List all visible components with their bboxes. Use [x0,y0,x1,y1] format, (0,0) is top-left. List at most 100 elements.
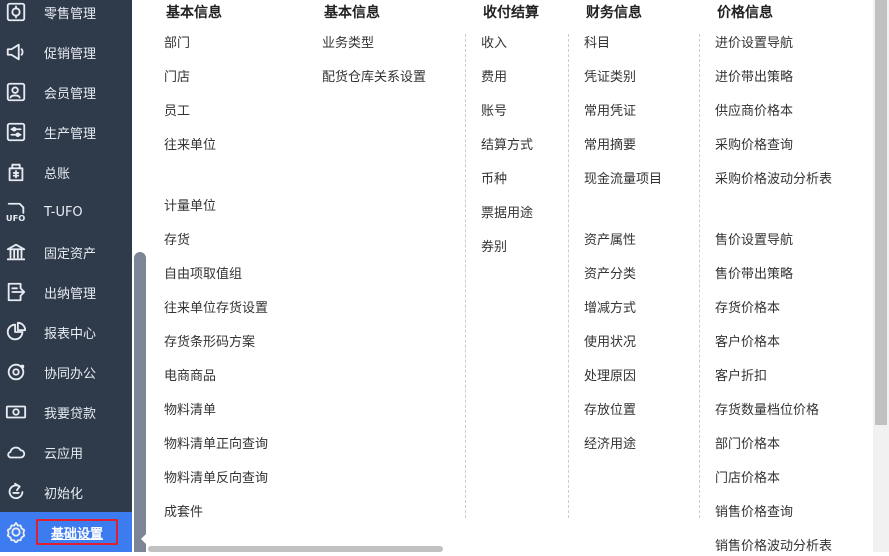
menu-link[interactable]: 销售价格波动分析表 [715,538,832,556]
menu-link[interactable]: 存货 [164,232,190,250]
menu-link[interactable]: 常用摘要 [584,137,636,155]
menu-link[interactable]: 收入 [481,35,507,53]
menu-link[interactable]: 配货仓库关系设置 [322,69,426,87]
horizontal-scrollbar-thumb[interactable] [148,546,443,552]
sidebar-item-refresh[interactable]: 初始化 [0,472,132,512]
menu-link[interactable]: 进价带出策略 [715,69,793,87]
menu-link[interactable]: 常用凭证 [584,103,636,121]
sidebar-nav: 零售管理促销管理会员管理生产管理 总账 UFO T-UFO 固定资产出纳管理报表中心协同… [0,0,132,552]
sidebar-item-settings-gear[interactable]: 基础设置 [0,512,132,552]
sidebar-item-label: 初始化 [44,486,84,502]
menu-link[interactable]: 凭证类别 [584,69,636,87]
sidebar-item-cloud[interactable]: 云应用 [0,432,132,472]
menu-link[interactable]: 使用状况 [584,334,636,352]
cashier-icon [4,281,28,303]
column-divider [465,34,466,518]
menu-link[interactable]: 账号 [481,103,507,121]
sidebar-item-label: 出纳管理 [44,286,97,302]
menu-link[interactable]: 存货条形码方案 [164,334,255,352]
sidebar-item-cashier[interactable]: 出纳管理 [0,272,132,312]
member-card-icon [4,81,28,103]
ufo-report-icon: UFO [4,201,28,223]
sidebar-item-megaphone[interactable]: 促销管理 [0,32,132,72]
menu-link[interactable]: 存放位置 [584,402,636,420]
menu-link[interactable]: 计量单位 [164,198,216,216]
menu-link[interactable]: 售价带出策略 [715,266,793,284]
menu-link[interactable]: 存货数量档位价格 [715,402,819,420]
menu-link[interactable]: 币种 [481,171,507,189]
sidebar-item-label: 会员管理 [44,86,97,102]
sidebar-item-label: 固定资产 [44,246,97,262]
menu-link[interactable]: 结算方式 [481,137,533,155]
basic-settings-menu-panel: 基本信息部门门店员工往来单位计量单位存货自由项取值组往来单位存货设置 存货条形码方… [148,0,873,554]
sidebar-item-label: 我要贷款 [44,406,97,422]
menu-link[interactable]: 销售价格查询 [715,504,793,522]
sidebar-item-retail[interactable]: 零售管理 [0,0,132,32]
menu-link[interactable]: 采购价格查询 [715,137,793,155]
menu-link[interactable]: 客户价格本 [715,334,780,352]
menu-link[interactable]: 物料清单反向查询 [164,470,268,488]
refresh-icon [4,481,28,503]
svg-text:UFO: UFO [6,213,25,223]
sidebar-item-label: T-UFO [44,204,83,220]
sidebar-item-ufo-report[interactable]: UFO T-UFO [0,192,132,232]
menu-link[interactable]: 往来单位 [164,137,216,155]
sidebar-item-production[interactable]: 生产管理 [0,112,132,152]
menu-link[interactable]: 现金流量项目 [584,171,662,189]
menu-link[interactable]: 科目 [584,35,610,53]
menu-link[interactable]: 部门价格本 [715,436,780,454]
menu-link[interactable]: 门店价格本 [715,470,780,488]
column-divider [699,34,700,518]
sidebar-item-label: 基础设置 [36,519,118,545]
menu-link[interactable]: 采购价格波动分析表 [715,171,832,189]
sidebar-item-collaboration[interactable]: 协同办公 [0,352,132,392]
sidebar-scrollbar[interactable] [134,252,146,552]
menu-link[interactable]: 物料清单 [164,402,216,420]
menu-link[interactable]: 部门 [164,35,190,53]
menu-link[interactable]: 电商商品 [164,368,216,386]
menu-column-header: 财务信息 [586,5,642,21]
menu-link[interactable]: 券别 [481,239,507,257]
sidebar-item-label: 零售管理 [44,6,97,22]
production-icon [4,121,28,143]
menu-link[interactable]: 存货价格本 [715,300,780,318]
menu-link[interactable]: 售价设置导航 [715,232,793,250]
column-divider [568,34,569,518]
menu-link[interactable]: 客户折扣 [715,368,767,386]
menu-link[interactable]: 门店 [164,69,190,87]
collaboration-icon [4,361,28,383]
sidebar-item-label: 促销管理 [44,46,97,62]
sidebar-item-label: 协同办公 [44,366,97,382]
vertical-scrollbar-thumb[interactable] [875,0,887,425]
menu-link[interactable]: 业务类型 [322,35,374,53]
menu-link[interactable]: 成套件 [164,504,203,522]
menu-link[interactable]: 员工 [164,103,190,121]
cloud-icon [4,441,28,463]
sidebar-item-bank[interactable]: 固定资产 [0,232,132,272]
sidebar-item-ledger[interactable]: 总账 [0,152,132,192]
menu-link[interactable]: 经济用途 [584,436,636,454]
megaphone-icon [4,41,28,63]
menu-link[interactable]: 资产属性 [584,232,636,250]
sidebar-item-pie-chart[interactable]: 报表中心 [0,312,132,352]
menu-link[interactable]: 票据用途 [481,205,533,223]
menu-link[interactable]: 供应商价格本 [715,103,793,121]
menu-link[interactable]: 自由项取值组 [164,266,242,284]
sidebar-item-label: 报表中心 [44,326,97,342]
menu-link[interactable]: 费用 [481,69,507,87]
menu-link[interactable]: 处理原因 [584,368,636,386]
menu-link[interactable]: 进价设置导航 [715,35,793,53]
collapse-arrow-icon[interactable]: ˆ [134,0,148,10]
menu-link[interactable]: 资产分类 [584,266,636,284]
sidebar-item-member-card[interactable]: 会员管理 [0,72,132,112]
sidebar-item-money[interactable]: 我要贷款 [0,392,132,432]
menu-column-header: 基本信息 [324,5,380,21]
menu-link[interactable]: 物料清单正向查询 [164,436,268,454]
menu-link[interactable]: 往来单位存货设置 [164,300,268,318]
pie-chart-icon [4,321,28,343]
menu-column-header: 基本信息 [166,5,222,21]
menu-link[interactable]: 增减方式 [584,300,636,318]
bank-icon [4,241,28,263]
menu-column-header: 收付结算 [483,5,539,21]
retail-icon [4,1,28,23]
